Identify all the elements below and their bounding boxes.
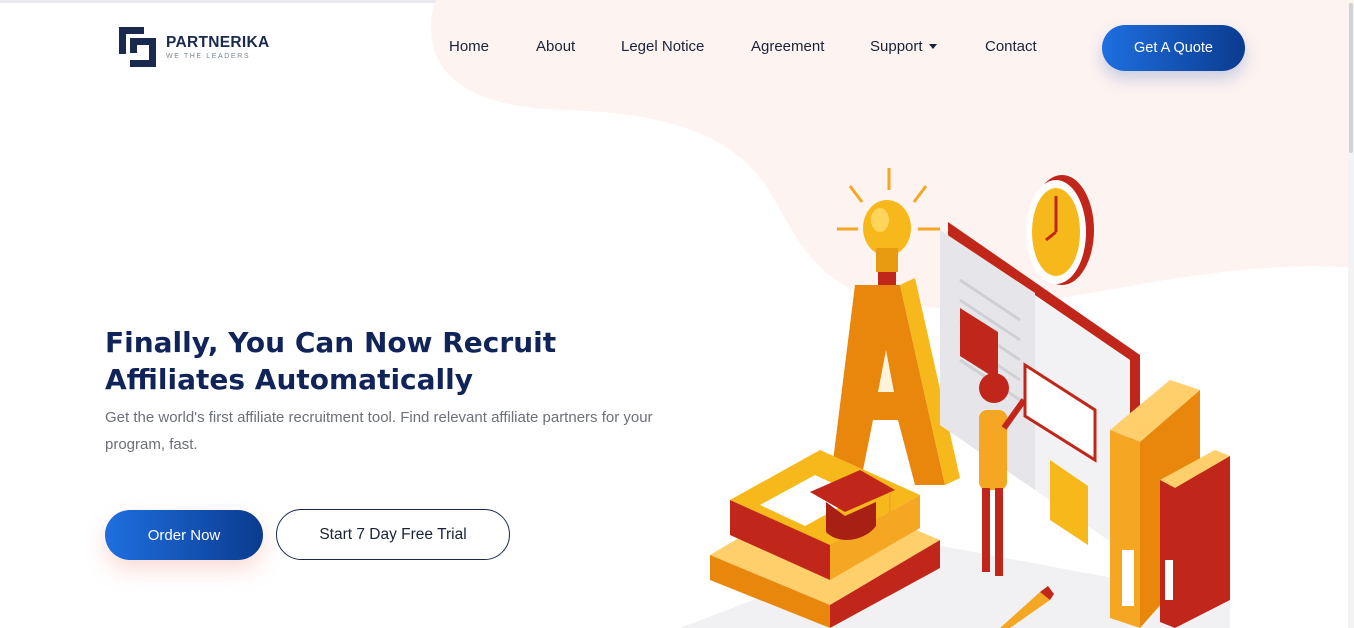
- nav-support[interactable]: Support: [870, 38, 937, 55]
- brand-name: PARTNERIKA: [166, 34, 270, 51]
- order-now-button[interactable]: Order Now: [105, 510, 263, 560]
- hero-title-line-2: Affiliates Automatically: [105, 363, 473, 396]
- brand-tagline: WE THE LEADERS: [166, 53, 251, 60]
- brand-logo[interactable]: PARTNERIKA WE THE LEADERS: [116, 24, 269, 70]
- hero-subtitle: Get the world's first affiliate recruitm…: [105, 409, 653, 453]
- hero-title-line-1: Finally, You Can Now Recruit: [105, 326, 557, 359]
- nav-agreement[interactable]: Agreement: [751, 38, 824, 55]
- logo-mark-icon: [119, 27, 156, 67]
- nav-contact[interactable]: Contact: [985, 38, 1037, 55]
- nav-legal-notice[interactable]: Legel Notice: [621, 38, 704, 55]
- clock-icon: [1026, 175, 1094, 285]
- binders: [1110, 380, 1230, 628]
- free-trial-button[interactable]: Start 7 Day Free Trial: [276, 509, 510, 560]
- scrollbar-thumb[interactable]: [1349, 3, 1353, 153]
- chevron-down-icon: [928, 43, 937, 49]
- page-scrollbar[interactable]: [1348, 3, 1354, 628]
- hero-illustration: [680, 168, 1230, 628]
- nav-support-label: Support: [870, 38, 923, 55]
- hero-title: Finally, You Can Now Recruit Affiliates …: [105, 324, 665, 398]
- nav-about[interactable]: About: [536, 38, 575, 55]
- lightbulb-icon: [837, 168, 940, 286]
- nav-home[interactable]: Home: [449, 38, 489, 55]
- get-quote-button[interactable]: Get A Quote: [1102, 25, 1245, 71]
